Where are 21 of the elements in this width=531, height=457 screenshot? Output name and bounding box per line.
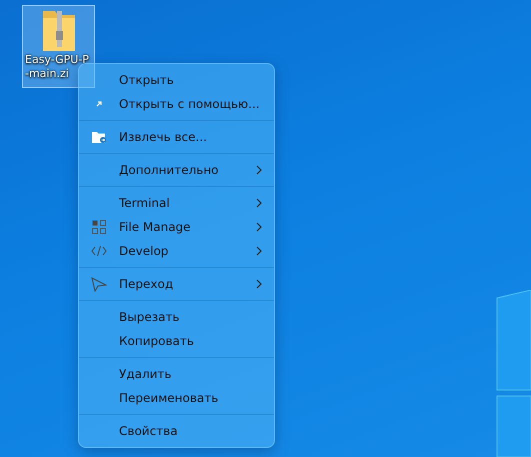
menu-item[interactable]: Terminal bbox=[79, 191, 274, 215]
menu-item[interactable]: Открыть с помощью... bbox=[79, 92, 274, 116]
menu-item[interactable]: Извлечь все... bbox=[79, 125, 274, 149]
desktop-icon-tile[interactable]: Easy-GPU-P -main.zi bbox=[22, 5, 95, 88]
grid-icon bbox=[92, 220, 106, 234]
file-name-label: -main.zi bbox=[24, 67, 69, 81]
file-name-label: Easy-GPU-P bbox=[24, 53, 89, 67]
menu-item[interactable]: Удалить bbox=[79, 362, 274, 386]
zip-folder-icon bbox=[40, 9, 76, 53]
folder-icon bbox=[91, 130, 107, 144]
menu-item[interactable]: File Manage bbox=[79, 215, 274, 239]
menu-item[interactable]: Переименовать bbox=[79, 386, 274, 410]
cursor-icon bbox=[91, 276, 107, 292]
code-icon bbox=[91, 245, 107, 257]
menu-item[interactable]: Свойства bbox=[79, 419, 274, 443]
menu-item[interactable]: Дополнительно bbox=[79, 158, 274, 182]
menu-item[interactable]: Вырезать bbox=[79, 305, 274, 329]
menu-item[interactable]: Переход bbox=[79, 272, 274, 296]
menu-item[interactable]: Копировать bbox=[79, 329, 274, 353]
menu-item[interactable]: Develop bbox=[79, 239, 274, 263]
shortcut-arrow-icon bbox=[96, 101, 102, 107]
